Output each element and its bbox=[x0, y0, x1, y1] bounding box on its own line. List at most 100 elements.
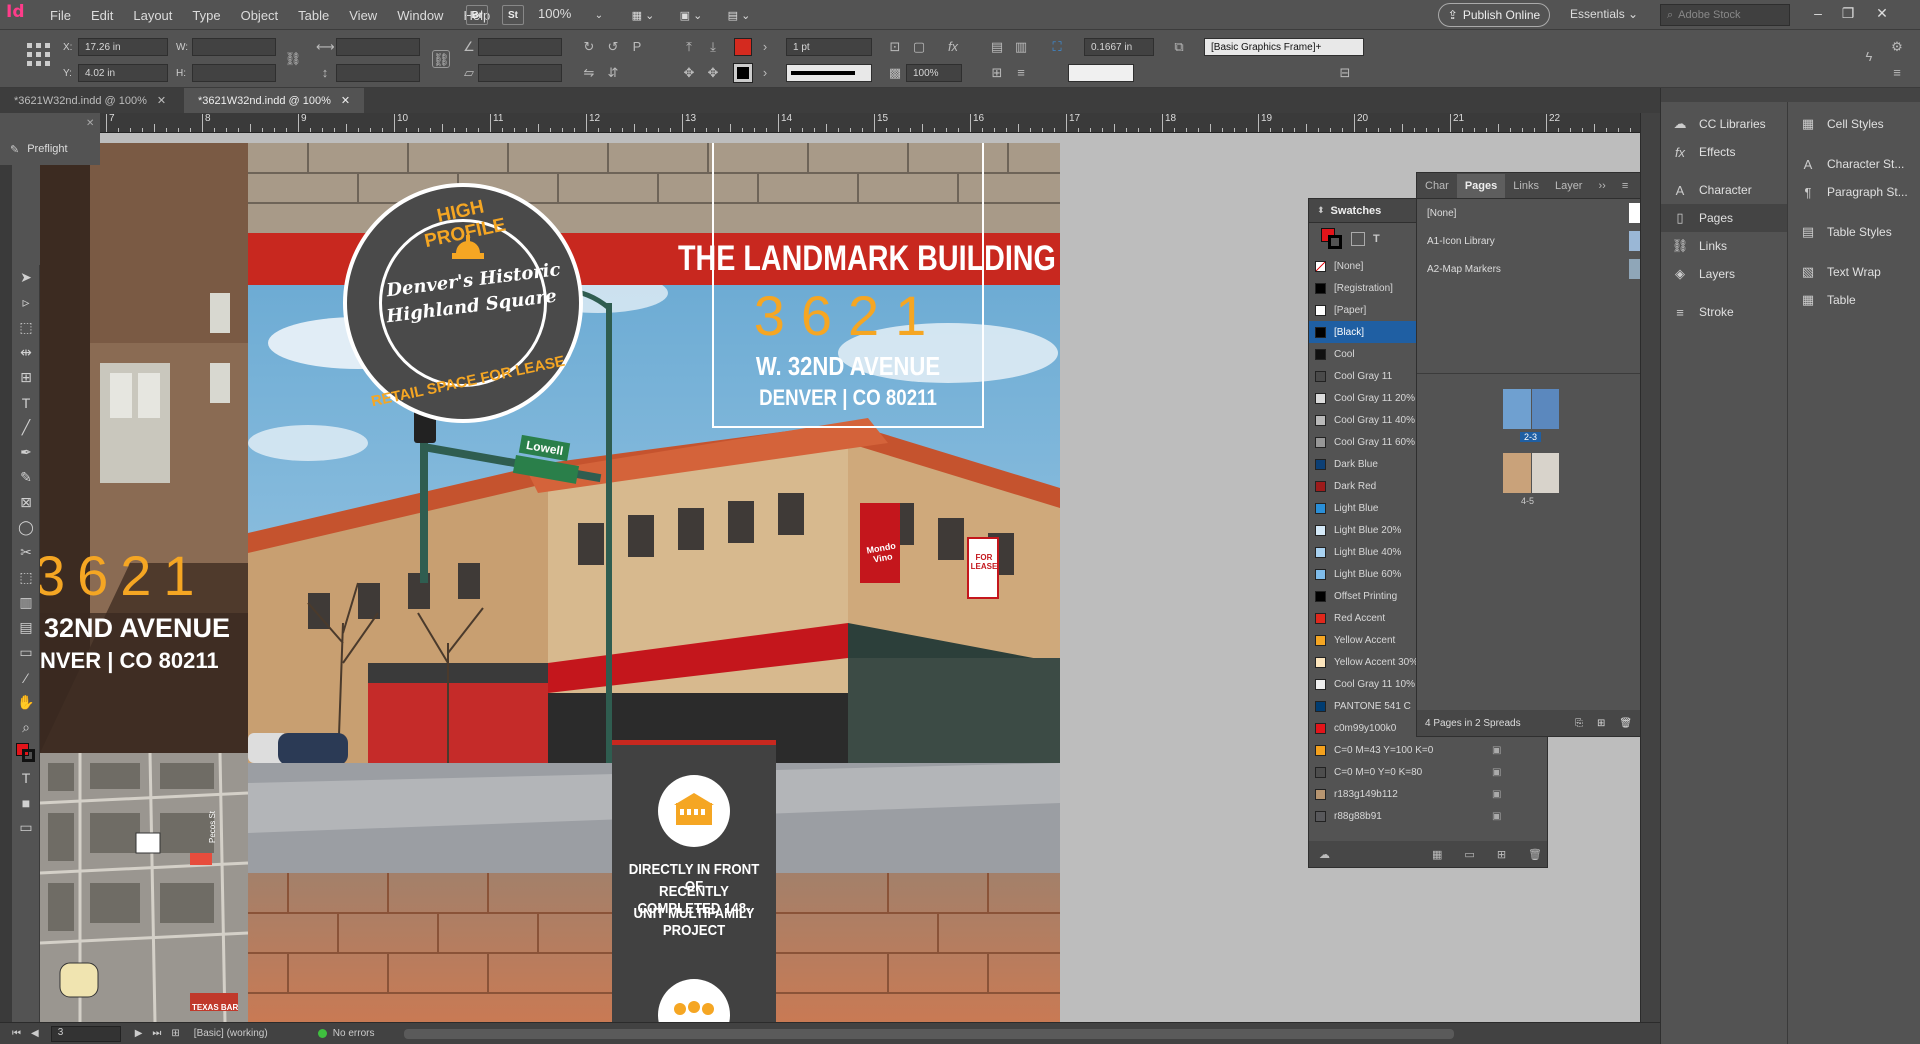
screen-mode-icon[interactable]: ▣ ⌄ bbox=[674, 5, 708, 25]
zoom-tool-icon[interactable]: ⌕ bbox=[12, 715, 40, 740]
fill-stroke-swatch-icon[interactable] bbox=[1321, 228, 1343, 250]
fill-stroke-icon[interactable] bbox=[12, 740, 40, 765]
dock-cc-libraries[interactable]: ☁ CC Libraries bbox=[1661, 110, 1787, 138]
dock-character[interactable]: A Character bbox=[1661, 176, 1787, 204]
pencil-tool-icon[interactable]: ✎ bbox=[12, 465, 40, 490]
document-tab-active[interactable]: *3621W32nd.indd @ 100% ✕ bbox=[184, 88, 365, 113]
master-row[interactable]: [None] bbox=[1417, 199, 1655, 227]
page-4-thumbnail[interactable] bbox=[1503, 453, 1531, 493]
more-tabs-icon[interactable]: ›› bbox=[1590, 174, 1613, 198]
stock-button[interactable]: St bbox=[502, 5, 524, 25]
x-position-field[interactable]: 17.26 in bbox=[78, 38, 168, 56]
view-options-icon[interactable]: ▦ ⌄ bbox=[626, 5, 660, 25]
type-tool-icon[interactable]: T bbox=[12, 390, 40, 415]
master-row[interactable]: A2-Map Markers bbox=[1417, 255, 1655, 283]
select-container-icon[interactable]: ⤒ bbox=[680, 38, 698, 56]
select-content-icon[interactable]: ⤓ bbox=[704, 38, 722, 56]
fx-icon[interactable]: fx bbox=[944, 38, 962, 56]
dock-character-styles[interactable]: A Character St... bbox=[1789, 150, 1920, 178]
gradient-tool-icon[interactable]: ▥ bbox=[12, 590, 40, 615]
constrain-proportions-icon[interactable]: ⛓ bbox=[284, 50, 302, 68]
flip-horizontal-icon[interactable]: ⇋ bbox=[580, 64, 598, 82]
publish-online-button[interactable]: ⇪ Publish Online bbox=[1438, 3, 1550, 27]
height-field[interactable] bbox=[192, 64, 276, 82]
last-page-icon[interactable]: ⏭ bbox=[152, 1028, 161, 1039]
fit-frame-icon[interactable]: ▥ bbox=[1012, 38, 1030, 56]
eyedropper-tool-icon[interactable]: ⁄ bbox=[12, 665, 40, 690]
new-swatch-icon[interactable]: ⊞ bbox=[1497, 848, 1506, 861]
dock-cell-styles[interactable]: ▦ Cell Styles bbox=[1789, 110, 1920, 138]
menu-layout[interactable]: Layout bbox=[123, 8, 182, 23]
quick-apply-icon[interactable]: ϟ bbox=[1860, 48, 1878, 66]
gap-tool-icon[interactable]: ⇹ bbox=[12, 340, 40, 365]
panel-menu-icon[interactable]: ≡ bbox=[1614, 174, 1636, 198]
fit-content-icon[interactable]: ▤ bbox=[988, 38, 1006, 56]
text-wrap-icon[interactable]: ⊡ bbox=[886, 38, 904, 56]
delete-page-icon[interactable]: 🗑 bbox=[1619, 718, 1632, 729]
spread-2-3[interactable] bbox=[1503, 389, 1559, 429]
free-transform-tool-icon[interactable]: ⬚ bbox=[12, 565, 40, 590]
dock-stroke[interactable]: ≡ Stroke bbox=[1661, 298, 1787, 326]
note-tool-icon[interactable]: ▭ bbox=[12, 640, 40, 665]
gradient-feather-icon[interactable]: ▤ bbox=[12, 615, 40, 640]
dock-paragraph-styles[interactable]: ¶ Paragraph St... bbox=[1789, 178, 1920, 206]
menu-object[interactable]: Object bbox=[231, 8, 289, 23]
reference-point-icon[interactable] bbox=[26, 42, 52, 68]
auto-fit-icon[interactable]: ⛶ bbox=[1048, 38, 1066, 56]
first-page-icon[interactable]: ⏮ bbox=[12, 1028, 21, 1039]
horizontal-ruler[interactable]: 7 8 9 10 11 12 13 14 15 16 17 18 19 20 21 22 bbox=[100, 113, 1640, 133]
rotate-cw-icon[interactable]: ↻ bbox=[580, 38, 598, 56]
delete-swatch-icon[interactable]: 🗑 bbox=[1528, 848, 1542, 861]
swatch-item[interactable]: C=0 M=43 Y=100 K=0 ▣ bbox=[1309, 739, 1547, 761]
opacity-field[interactable]: 100% bbox=[906, 64, 962, 82]
tab-pages[interactable]: Pages bbox=[1456, 173, 1506, 198]
page-tool-icon[interactable]: ⬚ bbox=[12, 315, 40, 340]
screen-mode-tool-icon[interactable]: ▭ bbox=[12, 815, 40, 840]
next-page-icon[interactable]: ▶ bbox=[135, 1028, 143, 1039]
hand-tool-icon[interactable]: ✋ bbox=[12, 690, 40, 715]
ellipse-tool-icon[interactable]: ◯ bbox=[12, 515, 40, 540]
constrain-scale-icon[interactable]: ⛓ bbox=[432, 50, 450, 68]
arrange-documents-icon[interactable]: ▤ ⌄ bbox=[722, 5, 756, 25]
tab-links[interactable]: Links bbox=[1505, 174, 1547, 198]
tab-character[interactable]: Char bbox=[1417, 174, 1457, 198]
edit-page-size-icon[interactable]: ⎘ bbox=[1575, 718, 1583, 729]
scissors-tool-icon[interactable]: ✂ bbox=[12, 540, 40, 565]
fill-swatch[interactable] bbox=[734, 38, 752, 56]
panel-collapse-icon[interactable]: ⬍ bbox=[1317, 205, 1325, 216]
center-content-icon[interactable]: ⊞ bbox=[988, 64, 1006, 82]
object-style-dropdown[interactable]: [Basic Graphics Frame]+ bbox=[1204, 38, 1364, 56]
paragraph-style-icon[interactable]: ⊟ bbox=[1336, 64, 1354, 82]
formatting-affects-icon[interactable]: T bbox=[12, 765, 40, 790]
apply-color-icon[interactable]: ■ bbox=[12, 790, 40, 815]
drop-shadow-icon[interactable]: ▢ bbox=[910, 38, 928, 56]
stroke-weight-field[interactable]: 1 pt bbox=[786, 38, 872, 56]
scale-x-field[interactable] bbox=[336, 38, 420, 56]
menu-view[interactable]: View bbox=[339, 8, 387, 23]
close-tab-icon[interactable]: ✕ bbox=[341, 94, 350, 107]
page-5-thumbnail[interactable] bbox=[1531, 453, 1559, 493]
panel-menu-icon[interactable]: ≡ bbox=[1888, 64, 1906, 82]
prev-page-icon[interactable]: ◀ bbox=[31, 1028, 39, 1039]
vertical-scrollbar[interactable] bbox=[1640, 113, 1660, 1022]
new-color-group-icon[interactable]: ▭ bbox=[1464, 848, 1474, 861]
page-2-thumbnail[interactable] bbox=[1503, 389, 1531, 429]
close-tab-icon[interactable]: ✕ bbox=[157, 94, 166, 107]
stroke-menu-icon[interactable]: › bbox=[756, 64, 774, 82]
width-field[interactable] bbox=[192, 38, 276, 56]
pen-tool-icon[interactable]: ✒ bbox=[12, 440, 40, 465]
dock-links[interactable]: ⛓ Links bbox=[1661, 232, 1787, 260]
horizontal-scrollbar[interactable] bbox=[404, 1028, 1455, 1039]
text-format-icon[interactable]: T bbox=[1373, 233, 1380, 245]
main-page[interactable]: THE LANDMARK BUILDING 3621 W. 32ND AVENU… bbox=[248, 143, 1060, 1023]
dock-layers[interactable]: ◈ Layers bbox=[1661, 260, 1787, 288]
zoom-dropdown-icon[interactable]: ⌄ bbox=[592, 5, 606, 25]
adobe-stock-search[interactable]: ⌕ Adobe Stock bbox=[1660, 4, 1790, 26]
direct-selection-tool-icon[interactable]: ▹ bbox=[12, 290, 40, 315]
document-tab[interactable]: *3621W32nd.indd @ 100% ✕ bbox=[0, 88, 180, 113]
preflight-panel[interactable]: ✎ Preflight bbox=[0, 133, 100, 165]
fitting-offset-field[interactable]: 0.1667 in bbox=[1084, 38, 1154, 56]
panel-settings-icon[interactable]: ⚙ bbox=[1888, 38, 1906, 56]
shear-field[interactable] bbox=[478, 64, 562, 82]
menu-edit[interactable]: Edit bbox=[81, 8, 123, 23]
